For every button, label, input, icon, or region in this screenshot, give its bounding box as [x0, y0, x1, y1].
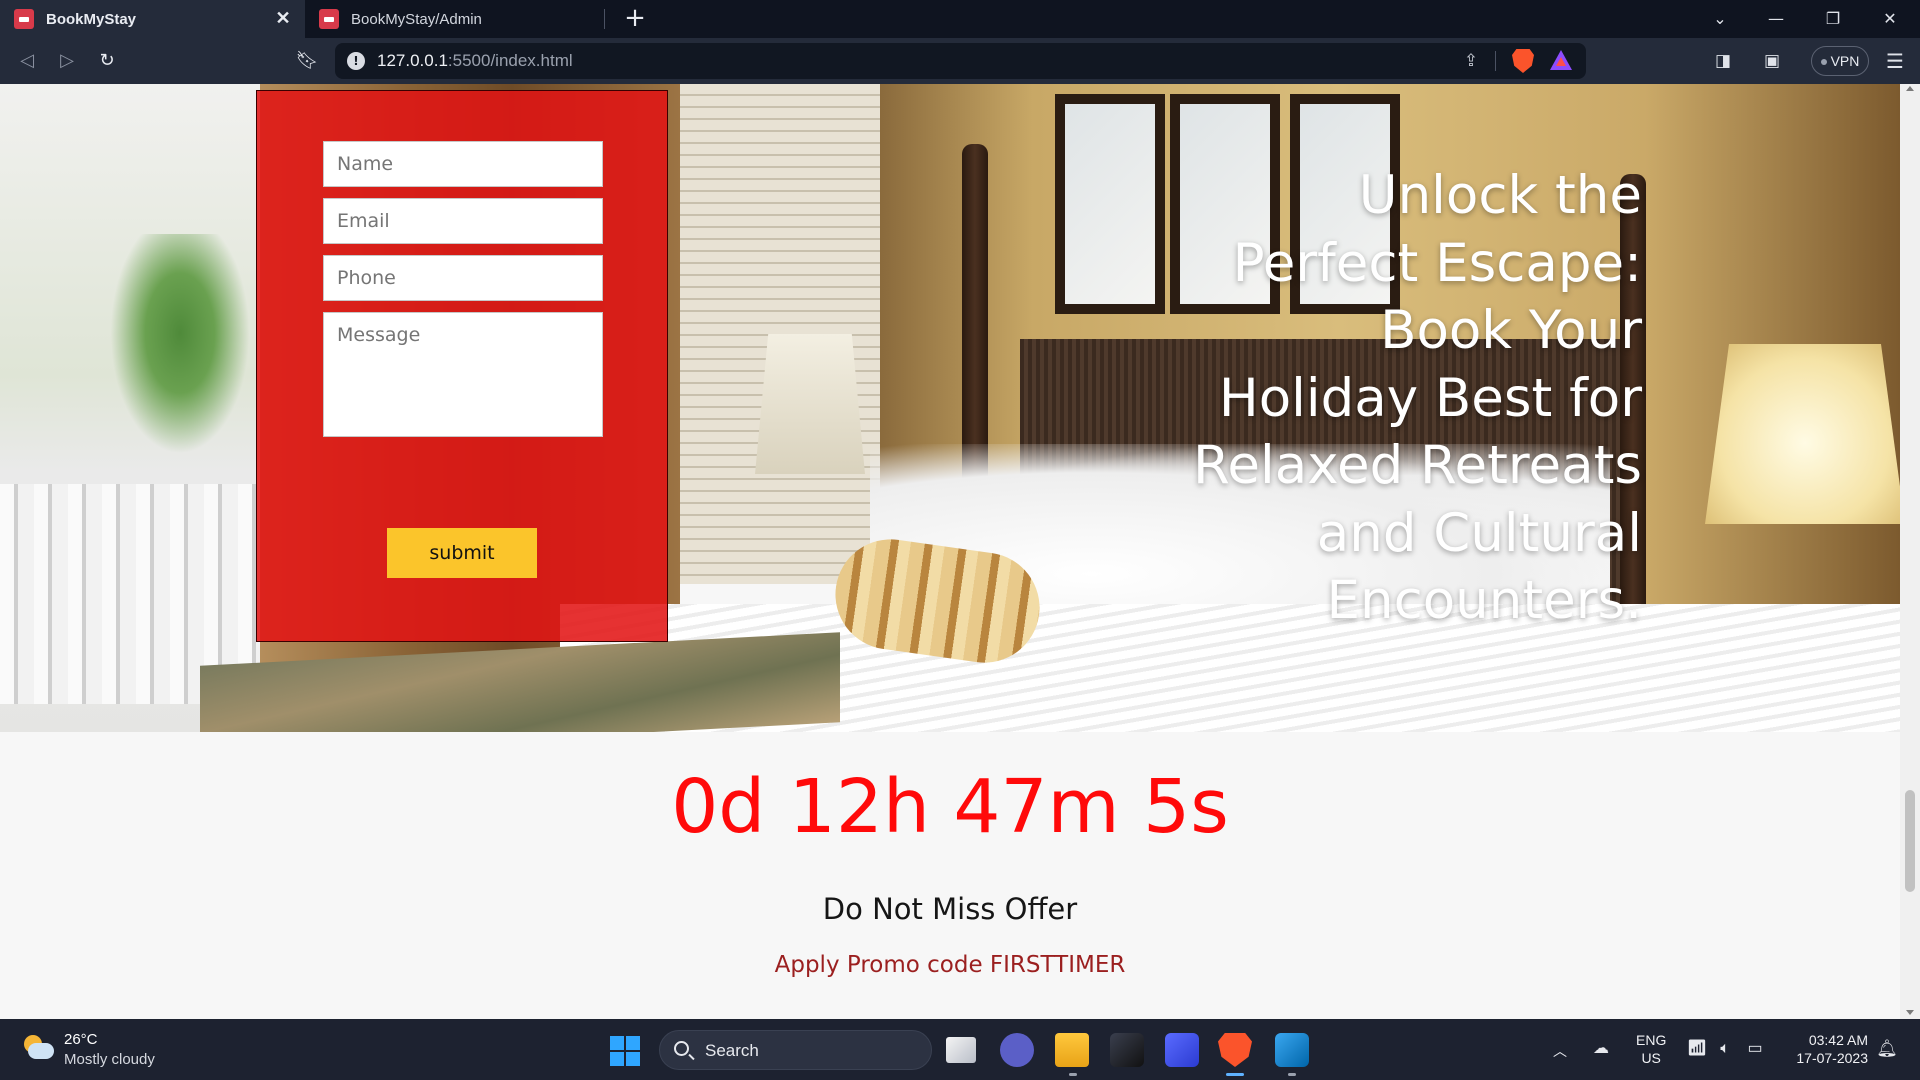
tab-label: BookMyStay/Admin	[351, 10, 482, 28]
browser-tab-bar: BookMyStay ✕ BookMyStay/Admin + ⌄ — ❐ ✕	[0, 0, 1920, 38]
tab-label: BookMyStay	[46, 10, 137, 28]
scroll-up-arrow-icon[interactable]	[1906, 86, 1914, 91]
headline-line: Encounters.	[1326, 570, 1642, 631]
tab-search-chevron-icon[interactable]: ⌄	[1700, 4, 1740, 34]
weather-temperature[interactable]: 26°C	[64, 1031, 98, 1048]
headline-line: Relaxed Retreats	[1192, 435, 1642, 496]
volume-icon[interactable]: 🔈︎	[1714, 1039, 1736, 1059]
site-favicon-icon	[14, 9, 34, 29]
taskbar-search[interactable]: Search	[659, 1030, 932, 1070]
hero-headline: Unlock the Perfect Escape: Book Your Hol…	[1130, 162, 1642, 635]
site-info-icon[interactable]: !	[347, 52, 365, 70]
system-clock[interactable]: 03:42 AM 17-07-2023	[1786, 1031, 1868, 1067]
start-button[interactable]	[610, 1036, 640, 1066]
urlbar-divider	[1495, 51, 1496, 71]
task-view-icon[interactable]	[946, 1037, 976, 1063]
sidebar-toggle-icon[interactable]: ◨	[1710, 48, 1736, 74]
close-window-button[interactable]: ✕	[1870, 4, 1910, 34]
headline-line: and Cultural	[1316, 502, 1642, 564]
address-bar[interactable]: ! 127.0.0.1:5500/index.html ⇪	[335, 43, 1586, 79]
taskbar: 26°C Mostly cloudy Search ︿ ☁ ENG US 📶︎ …	[0, 1019, 1920, 1080]
minimize-button[interactable]: —	[1756, 4, 1796, 34]
app-icon[interactable]	[1165, 1033, 1199, 1067]
browser-toolbar: ◁ ▷ ↻ 🔖︎ ! 127.0.0.1:5500/index.html ⇪ ◨…	[0, 38, 1920, 84]
language-indicator[interactable]: ENG US	[1636, 1031, 1666, 1067]
email-field[interactable]	[323, 198, 603, 244]
show-hidden-icons-chevron-icon[interactable]: ︿	[1553, 1041, 1567, 1061]
weather-description[interactable]: Mostly cloudy	[64, 1051, 155, 1068]
headline-line: Unlock the	[1358, 165, 1642, 226]
bookmark-icon[interactable]: 🔖︎	[292, 46, 322, 76]
reload-button[interactable]: ↻	[92, 46, 122, 76]
headline-line: Book Your	[1380, 300, 1642, 361]
tab-divider	[604, 9, 605, 29]
phone-field[interactable]	[323, 255, 603, 301]
promo-code-text: Apply Promo code FIRSTTIMER	[774, 952, 1126, 978]
hero-banner: submit Unlock the Perfect Escape: Book Y…	[0, 84, 1900, 732]
forward-button[interactable]: ▷	[52, 46, 82, 76]
file-explorer-icon[interactable]	[1055, 1033, 1089, 1067]
scrollbar-thumb[interactable]	[1905, 790, 1915, 892]
page-viewport: submit Unlock the Perfect Escape: Book Y…	[0, 84, 1920, 1019]
page-scrollbar[interactable]	[1900, 84, 1920, 1019]
scroll-down-arrow-icon[interactable]	[1906, 1010, 1914, 1015]
share-icon[interactable]: ⇪	[1460, 50, 1482, 72]
wifi-icon[interactable]: 📶︎	[1686, 1039, 1708, 1059]
vpn-button[interactable]: VPN	[1811, 46, 1869, 76]
tab-bookmystay-admin[interactable]: BookMyStay/Admin	[305, 0, 605, 38]
message-field[interactable]	[323, 312, 603, 437]
brave-shields-icon[interactable]	[1512, 49, 1534, 73]
site-favicon-icon	[319, 9, 339, 29]
wallet-icon[interactable]: ▣	[1759, 48, 1785, 74]
search-icon	[674, 1041, 689, 1056]
vpn-status-dot	[1820, 59, 1827, 66]
onedrive-cloud-icon[interactable]: ☁	[1590, 1039, 1612, 1059]
close-tab-icon[interactable]: ✕	[273, 8, 293, 28]
restore-button[interactable]: ❐	[1813, 4, 1853, 34]
brave-browser-icon[interactable]	[1218, 1033, 1252, 1067]
app-icon[interactable]	[1110, 1033, 1144, 1067]
battery-icon[interactable]: ▭	[1744, 1039, 1766, 1059]
back-button[interactable]: ◁	[12, 46, 42, 76]
offer-title: Do Not Miss Offer	[822, 892, 1078, 926]
headline-line: Perfect Escape:	[1232, 232, 1642, 294]
contact-form: submit	[256, 90, 668, 642]
headline-line: Holiday Best for	[1218, 367, 1642, 429]
teams-chat-icon[interactable]	[1000, 1033, 1034, 1067]
new-tab-button[interactable]: +	[620, 4, 650, 34]
submit-button[interactable]: submit	[387, 528, 537, 578]
tab-bookmystay[interactable]: BookMyStay ✕	[0, 0, 305, 38]
notifications-icon[interactable]: 🔔︎	[1876, 1038, 1898, 1060]
url-text[interactable]: 127.0.0.1:5500/index.html	[377, 51, 573, 71]
brave-rewards-icon[interactable]	[1550, 50, 1572, 70]
name-field[interactable]	[323, 141, 603, 187]
search-label: Search	[705, 1041, 759, 1060]
offer-countdown: 0d 12h 47m 5s	[671, 764, 1229, 850]
vscode-icon[interactable]	[1275, 1033, 1309, 1067]
menu-icon[interactable]: ☰	[1880, 46, 1910, 76]
weather-partly-cloudy-icon[interactable]	[22, 1035, 54, 1061]
